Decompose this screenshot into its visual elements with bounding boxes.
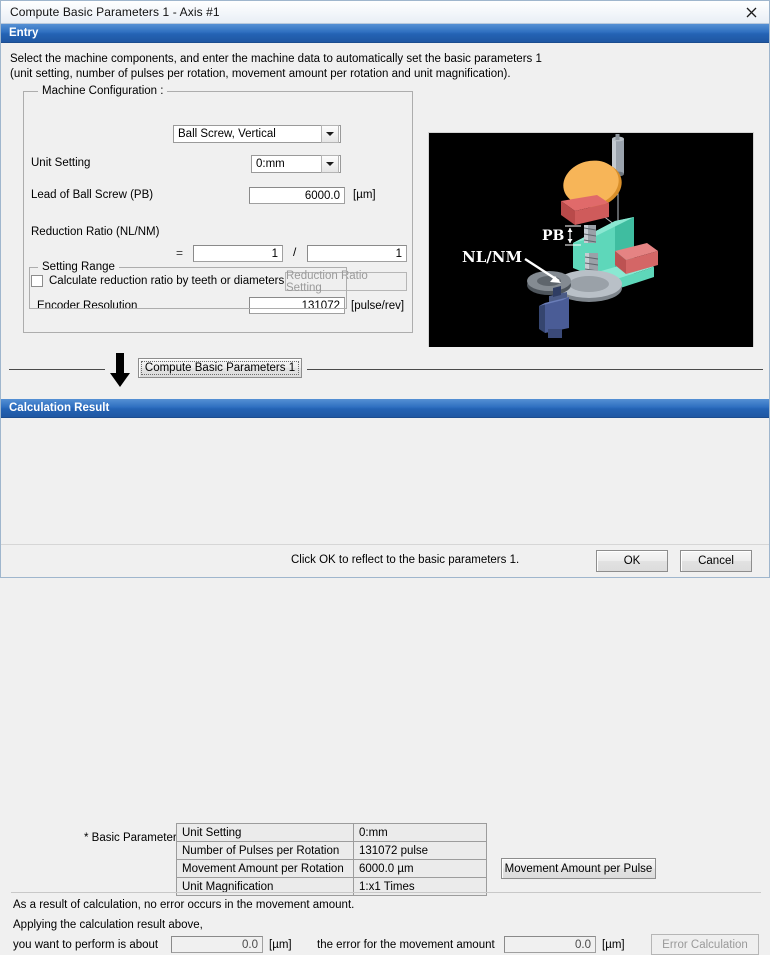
note-line-1: As a result of calculation, no error occ… <box>13 899 355 911</box>
calculation-result-section-header: Calculation Result <box>1 399 769 418</box>
ball-screw-vertical-diagram: PB NL/NM <box>429 133 753 348</box>
svg-text:PB: PB <box>542 228 565 244</box>
calculation-result-section-title: Calculation Result <box>9 402 110 414</box>
chevron-down-icon[interactable] <box>321 125 339 143</box>
entry-section-title: Entry <box>9 27 39 39</box>
window-title: Compute Basic Parameters 1 - Axis #1 <box>10 5 220 19</box>
calculation-result-body: * Basic Parameters 1 Unit Setting 0:mm N… <box>1 418 769 955</box>
error-calculation-button[interactable]: Error Calculation <box>651 934 759 955</box>
reduction-ratio-separator: / <box>293 245 297 259</box>
reduction-ratio-denominator-input[interactable] <box>307 245 407 262</box>
table-row: Number of Pulses per Rotation 131072 pul… <box>176 841 487 860</box>
unit-setting-label: Unit Setting <box>31 157 91 169</box>
perform-label: you want to perform is about <box>13 939 159 951</box>
chevron-down-icon[interactable] <box>321 155 339 173</box>
close-icon[interactable] <box>739 3 763 21</box>
intro-line-1: Select the machine components, and enter… <box>10 53 542 65</box>
compute-divider-left <box>9 369 105 370</box>
table-cell-value: 0:mm <box>353 823 487 842</box>
movement-amount-per-pulse-label: Movement Amount per Pulse <box>504 862 653 875</box>
intro-line-2: (unit setting, number of pulses per rota… <box>10 68 511 80</box>
result-divider <box>11 892 761 893</box>
ok-button[interactable]: OK <box>596 550 668 572</box>
machine-configuration-select[interactable]: Ball Screw, Vertical <box>173 125 341 143</box>
perform-amount-input[interactable] <box>171 936 263 953</box>
compute-divider-right <box>307 369 763 370</box>
note-line-2: Applying the calculation result above, <box>13 919 203 931</box>
table-row: Movement Amount per Rotation 6000.0 µm <box>176 859 487 878</box>
table-cell-key: Movement Amount per Rotation <box>176 859 354 878</box>
error-unit: [µm] <box>602 939 625 951</box>
unit-setting-value: 0:mm <box>256 158 285 170</box>
table-row: Unit Setting 0:mm <box>176 823 487 842</box>
movement-amount-per-pulse-button[interactable]: Movement Amount per Pulse <box>501 858 656 879</box>
table-body: Unit Setting 0:mm Number of Pulses per R… <box>176 823 487 896</box>
compute-row: Compute Basic Parameters 1 <box>1 347 769 399</box>
setting-range-label: Setting Range <box>38 261 119 273</box>
table-cell-key: Number of Pulses per Rotation <box>176 841 354 860</box>
encoder-resolution-unit: [pulse/rev] <box>351 300 405 312</box>
footer-bar: Click OK to reflect to the basic paramet… <box>1 544 769 577</box>
reduction-ratio-numerator-input[interactable] <box>193 245 283 262</box>
lead-of-ball-screw-input[interactable] <box>249 187 345 204</box>
cancel-button[interactable]: Cancel <box>680 550 752 572</box>
entry-section-header: Entry <box>1 24 769 43</box>
reduction-ratio-label: Reduction Ratio (NL/NM) <box>31 226 160 238</box>
table-cell-value: 6000.0 µm <box>353 859 487 878</box>
table-cell-key: Unit Setting <box>176 823 354 842</box>
machine-diagram-image: PB NL/NM <box>428 132 754 349</box>
intro-text: Select the machine components, and enter… <box>1 43 769 82</box>
lead-of-ball-screw-unit: [µm] <box>353 189 376 201</box>
title-bar: Compute Basic Parameters 1 - Axis #1 <box>1 1 769 24</box>
cancel-button-label: Cancel <box>698 555 734 567</box>
unit-setting-select[interactable]: 0:mm <box>251 155 341 173</box>
entry-section-body: Select the machine components, and enter… <box>1 43 769 349</box>
error-calculation-label: Error Calculation <box>662 938 748 951</box>
basic-parameters-table: Unit Setting 0:mm Number of Pulses per R… <box>176 823 487 896</box>
machine-configuration-label: Machine Configuration : <box>38 85 168 97</box>
down-arrow-icon <box>109 351 131 392</box>
machine-configuration-value: Ball Screw, Vertical <box>178 128 276 140</box>
setting-range-group: Setting Range <box>29 261 347 309</box>
svg-text:NL/NM: NL/NM <box>462 248 522 266</box>
lead-of-ball-screw-label: Lead of Ball Screw (PB) <box>31 189 154 201</box>
error-amount-input[interactable] <box>504 936 596 953</box>
perform-unit: [µm] <box>269 939 292 951</box>
error-label: the error for the movement amount <box>317 939 495 951</box>
reduction-ratio-equals: = <box>176 246 184 260</box>
table-cell-value: 131072 pulse <box>353 841 487 860</box>
dialog-window: Compute Basic Parameters 1 - Axis #1 Ent… <box>0 0 770 955</box>
focus-ring <box>141 361 299 375</box>
footer-hint: Click OK to reflect to the basic paramet… <box>291 554 520 566</box>
ok-button-label: OK <box>623 555 641 567</box>
compute-basic-parameters-button[interactable]: Compute Basic Parameters 1 <box>138 358 302 378</box>
